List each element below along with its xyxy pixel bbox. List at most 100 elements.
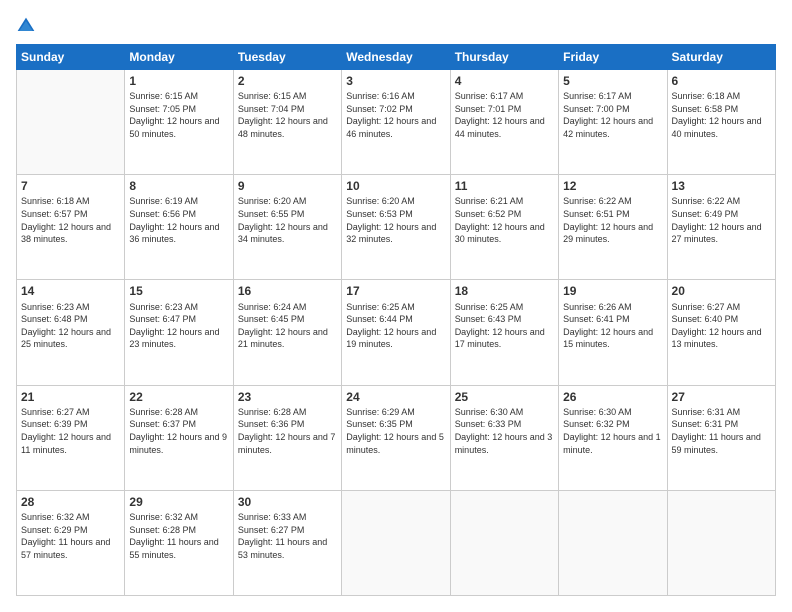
calendar-week-row: 21Sunrise: 6:27 AMSunset: 6:39 PMDayligh… — [17, 385, 776, 490]
day-number: 26 — [563, 389, 662, 405]
day-number: 21 — [21, 389, 120, 405]
day-info: Sunrise: 6:22 AMSunset: 6:51 PMDaylight:… — [563, 195, 662, 245]
day-number: 29 — [129, 494, 228, 510]
day-info: Sunrise: 6:20 AMSunset: 6:55 PMDaylight:… — [238, 195, 337, 245]
calendar-cell: 15Sunrise: 6:23 AMSunset: 6:47 PMDayligh… — [125, 280, 233, 385]
calendar-cell: 1Sunrise: 6:15 AMSunset: 7:05 PMDaylight… — [125, 70, 233, 175]
day-info: Sunrise: 6:26 AMSunset: 6:41 PMDaylight:… — [563, 301, 662, 351]
day-number: 3 — [346, 73, 445, 89]
day-info: Sunrise: 6:20 AMSunset: 6:53 PMDaylight:… — [346, 195, 445, 245]
calendar-week-row: 7Sunrise: 6:18 AMSunset: 6:57 PMDaylight… — [17, 175, 776, 280]
day-number: 12 — [563, 178, 662, 194]
day-number: 4 — [455, 73, 554, 89]
calendar-cell — [559, 490, 667, 595]
day-info: Sunrise: 6:24 AMSunset: 6:45 PMDaylight:… — [238, 301, 337, 351]
day-number: 22 — [129, 389, 228, 405]
day-info: Sunrise: 6:28 AMSunset: 6:36 PMDaylight:… — [238, 406, 337, 456]
calendar-cell: 16 Sunrise: 6:24 AMSunset: 6:45 PMDayligh… — [233, 280, 341, 385]
weekday-header: Saturday — [667, 45, 775, 70]
day-number: 11 — [455, 178, 554, 194]
day-info: Sunrise: 6:23 AMSunset: 6:48 PMDaylight:… — [21, 301, 120, 351]
calendar-cell: 9Sunrise: 6:20 AMSunset: 6:55 PMDaylight… — [233, 175, 341, 280]
day-info: Sunrise: 6:27 AMSunset: 6:39 PMDaylight:… — [21, 406, 120, 456]
day-number: 28 — [21, 494, 120, 510]
calendar-cell: 23Sunrise: 6:28 AMSunset: 6:36 PMDayligh… — [233, 385, 341, 490]
day-info: Sunrise: 6:30 AMSunset: 6:33 PMDaylight:… — [455, 406, 554, 456]
day-number: 6 — [672, 73, 771, 89]
day-info: Sunrise: 6:33 AMSunset: 6:27 PMDaylight:… — [238, 511, 337, 561]
day-number: 30 — [238, 494, 337, 510]
weekday-header: Thursday — [450, 45, 558, 70]
logo-icon — [16, 16, 36, 36]
day-info: Sunrise: 6:18 AMSunset: 6:57 PMDaylight:… — [21, 195, 120, 245]
calendar-cell: 22Sunrise: 6:28 AMSunset: 6:37 PMDayligh… — [125, 385, 233, 490]
day-number: 19 — [563, 283, 662, 299]
day-info: Sunrise: 6:19 AMSunset: 6:56 PMDaylight:… — [129, 195, 228, 245]
weekday-header: Sunday — [17, 45, 125, 70]
day-info: Sunrise: 6:15 AMSunset: 7:05 PMDaylight:… — [129, 90, 228, 140]
calendar-cell — [667, 490, 775, 595]
day-number: 27 — [672, 389, 771, 405]
day-number: 10 — [346, 178, 445, 194]
day-number: 18 — [455, 283, 554, 299]
day-info: Sunrise: 6:18 AMSunset: 6:58 PMDaylight:… — [672, 90, 771, 140]
page: SundayMondayTuesdayWednesdayThursdayFrid… — [0, 0, 792, 612]
calendar-cell: 4Sunrise: 6:17 AMSunset: 7:01 PMDaylight… — [450, 70, 558, 175]
calendar-header-row: SundayMondayTuesdayWednesdayThursdayFrid… — [17, 45, 776, 70]
calendar-cell: 12Sunrise: 6:22 AMSunset: 6:51 PMDayligh… — [559, 175, 667, 280]
calendar-cell: 18Sunrise: 6:25 AMSunset: 6:43 PMDayligh… — [450, 280, 558, 385]
calendar-cell: 17 Sunrise: 6:25 AMSunset: 6:44 PMDayligh… — [342, 280, 450, 385]
calendar-cell: 20 Sunrise: 6:27 AMSunset: 6:40 PMDayligh… — [667, 280, 775, 385]
day-number: 5 — [563, 73, 662, 89]
day-number: 2 — [238, 73, 337, 89]
day-info: Sunrise: 6:25 AMSunset: 6:44 PMDaylight:… — [346, 301, 445, 351]
day-info: Sunrise: 6:17 AMSunset: 7:00 PMDaylight:… — [563, 90, 662, 140]
calendar-cell: 8Sunrise: 6:19 AMSunset: 6:56 PMDaylight… — [125, 175, 233, 280]
calendar-week-row: 1Sunrise: 6:15 AMSunset: 7:05 PMDaylight… — [17, 70, 776, 175]
calendar-cell: 7Sunrise: 6:18 AMSunset: 6:57 PMDaylight… — [17, 175, 125, 280]
calendar-cell: 19 Sunrise: 6:26 AMSunset: 6:41 PMDayligh… — [559, 280, 667, 385]
day-info: Sunrise: 6:23 AMSunset: 6:47 PMDaylight:… — [129, 301, 228, 351]
calendar-cell: 21Sunrise: 6:27 AMSunset: 6:39 PMDayligh… — [17, 385, 125, 490]
calendar-table: SundayMondayTuesdayWednesdayThursdayFrid… — [16, 44, 776, 596]
day-info: Sunrise: 6:30 AMSunset: 6:32 PMDaylight:… — [563, 406, 662, 456]
day-number: 23 — [238, 389, 337, 405]
day-info: Sunrise: 6:15 AMSunset: 7:04 PMDaylight:… — [238, 90, 337, 140]
calendar-cell: 28Sunrise: 6:32 AMSunset: 6:29 PMDayligh… — [17, 490, 125, 595]
day-number: 8 — [129, 178, 228, 194]
day-number: 20 — [672, 283, 771, 299]
day-number: 17 — [346, 283, 445, 299]
weekday-header: Wednesday — [342, 45, 450, 70]
calendar-week-row: 28Sunrise: 6:32 AMSunset: 6:29 PMDayligh… — [17, 490, 776, 595]
day-number: 14 — [21, 283, 120, 299]
day-info: Sunrise: 6:16 AMSunset: 7:02 PMDaylight:… — [346, 90, 445, 140]
calendar-cell — [450, 490, 558, 595]
calendar-cell: 26Sunrise: 6:30 AMSunset: 6:32 PMDayligh… — [559, 385, 667, 490]
day-info: Sunrise: 6:27 AMSunset: 6:40 PMDaylight:… — [672, 301, 771, 351]
calendar-cell: 2Sunrise: 6:15 AMSunset: 7:04 PMDaylight… — [233, 70, 341, 175]
day-info: Sunrise: 6:17 AMSunset: 7:01 PMDaylight:… — [455, 90, 554, 140]
calendar-cell — [342, 490, 450, 595]
day-number: 7 — [21, 178, 120, 194]
calendar-cell: 25Sunrise: 6:30 AMSunset: 6:33 PMDayligh… — [450, 385, 558, 490]
calendar-cell: 13Sunrise: 6:22 AMSunset: 6:49 PMDayligh… — [667, 175, 775, 280]
weekday-header: Monday — [125, 45, 233, 70]
calendar-cell: 6Sunrise: 6:18 AMSunset: 6:58 PMDaylight… — [667, 70, 775, 175]
calendar-cell: 24Sunrise: 6:29 AMSunset: 6:35 PMDayligh… — [342, 385, 450, 490]
calendar-cell: 10Sunrise: 6:20 AMSunset: 6:53 PMDayligh… — [342, 175, 450, 280]
day-info: Sunrise: 6:22 AMSunset: 6:49 PMDaylight:… — [672, 195, 771, 245]
day-info: Sunrise: 6:32 AMSunset: 6:28 PMDaylight:… — [129, 511, 228, 561]
day-info: Sunrise: 6:21 AMSunset: 6:52 PMDaylight:… — [455, 195, 554, 245]
day-number: 1 — [129, 73, 228, 89]
day-number: 16 — [238, 283, 337, 299]
calendar-cell: 5Sunrise: 6:17 AMSunset: 7:00 PMDaylight… — [559, 70, 667, 175]
calendar-cell: 27Sunrise: 6:31 AMSunset: 6:31 PMDayligh… — [667, 385, 775, 490]
header — [16, 16, 776, 36]
day-number: 25 — [455, 389, 554, 405]
calendar-cell: 29Sunrise: 6:32 AMSunset: 6:28 PMDayligh… — [125, 490, 233, 595]
calendar-cell — [17, 70, 125, 175]
day-number: 13 — [672, 178, 771, 194]
calendar-week-row: 14 Sunrise: 6:23 AMSunset: 6:48 PMDayligh… — [17, 280, 776, 385]
calendar-cell: 3Sunrise: 6:16 AMSunset: 7:02 PMDaylight… — [342, 70, 450, 175]
weekday-header: Friday — [559, 45, 667, 70]
